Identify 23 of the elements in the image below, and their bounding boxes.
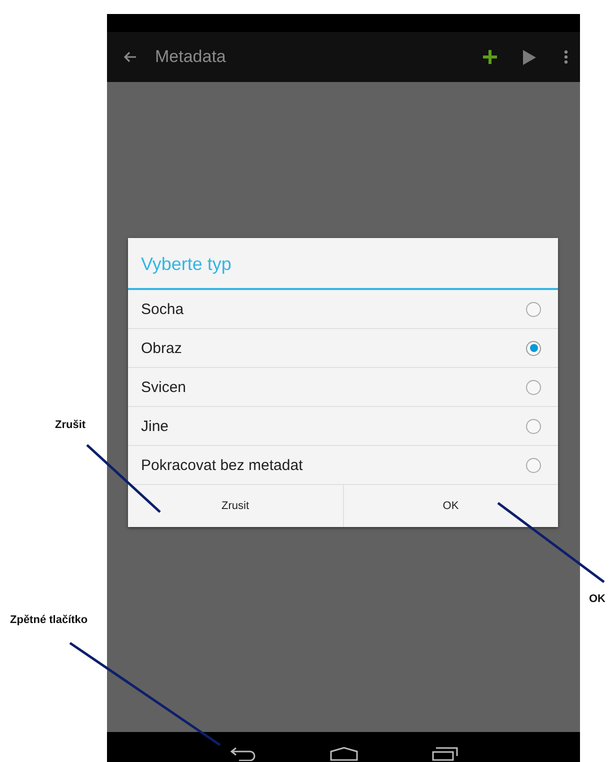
option-item[interactable]: Socha bbox=[128, 290, 558, 329]
radio-button[interactable] bbox=[526, 340, 541, 356]
radio-button[interactable] bbox=[526, 418, 541, 434]
screen-title: Metadata bbox=[155, 47, 226, 67]
dialog-title: Vyberte typ bbox=[140, 253, 232, 276]
back-arrow-icon[interactable] bbox=[123, 51, 137, 63]
cancel-button[interactable]: Zrusit bbox=[128, 485, 342, 527]
annotation-label: Zrušit bbox=[55, 419, 86, 431]
radio-button[interactable] bbox=[526, 302, 541, 316]
option-item[interactable]: Svicen bbox=[128, 368, 558, 407]
recent-apps-icon[interactable] bbox=[432, 747, 458, 761]
overflow-menu-icon[interactable] bbox=[564, 50, 568, 64]
home-icon[interactable] bbox=[330, 747, 358, 761]
add-icon[interactable] bbox=[483, 50, 497, 64]
option-item[interactable]: Obraz bbox=[128, 329, 558, 368]
annotation-label: Zpětné tlačítko bbox=[10, 614, 88, 626]
play-icon[interactable] bbox=[523, 50, 536, 64]
option-item[interactable]: Jine bbox=[128, 407, 558, 446]
annotation-label: OK bbox=[589, 593, 606, 605]
radio-button[interactable] bbox=[526, 458, 541, 472]
ok-button[interactable]: OK bbox=[342, 485, 558, 527]
radio-button[interactable] bbox=[526, 380, 541, 394]
back-icon[interactable] bbox=[230, 747, 256, 761]
